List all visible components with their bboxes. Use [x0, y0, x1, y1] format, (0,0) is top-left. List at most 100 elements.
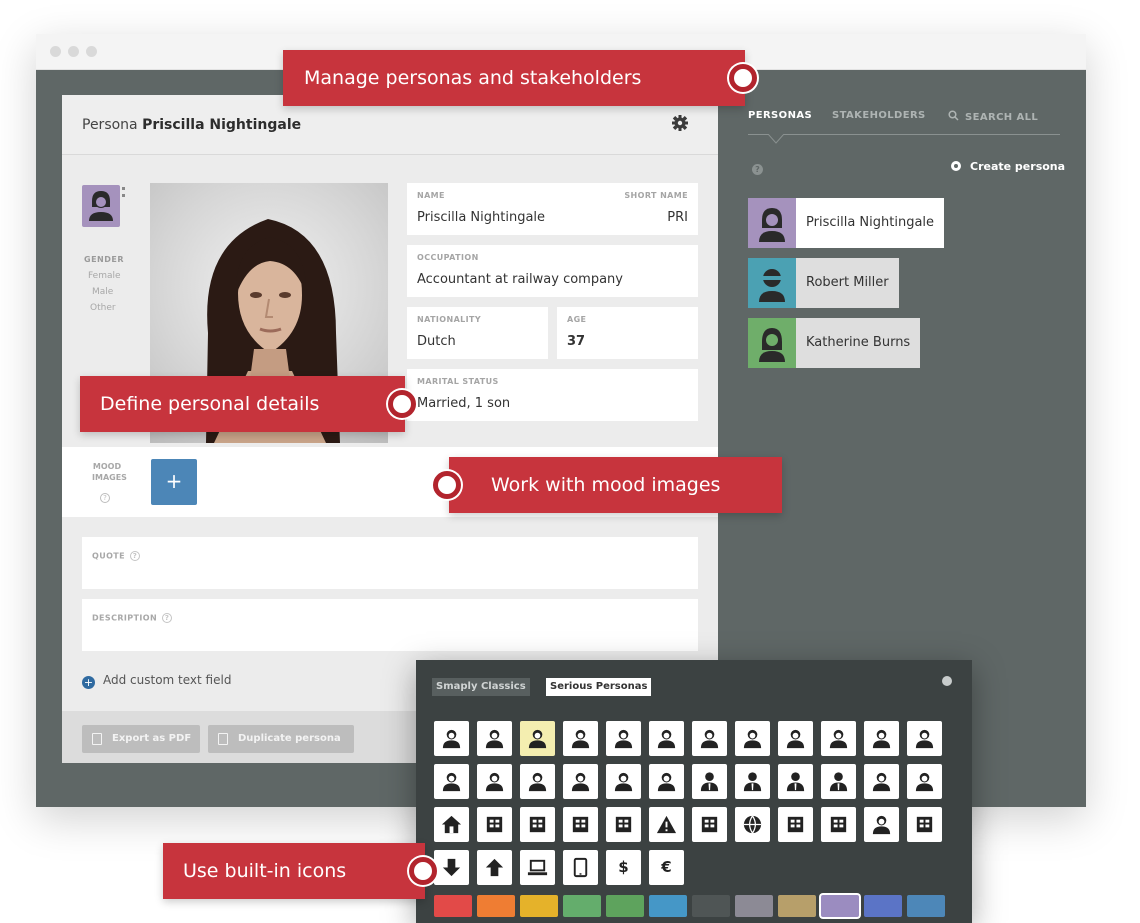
- icon-option[interactable]: [434, 807, 469, 842]
- window-maximize-dot[interactable]: [86, 46, 97, 57]
- icon-option[interactable]: [520, 807, 555, 842]
- icon-option[interactable]: [864, 721, 899, 756]
- color-swatch[interactable]: [520, 895, 558, 917]
- laptop-icon: [527, 859, 548, 876]
- callout-icons-text: Use built-in icons: [183, 860, 347, 882]
- person-icon: [571, 772, 590, 792]
- export-pdf-button[interactable]: Export as PDF: [82, 725, 200, 753]
- tab-search-all[interactable]: SEARCH ALL: [948, 110, 1038, 123]
- icon-option[interactable]: [649, 807, 684, 842]
- mood-label-line2: IMAGES: [92, 473, 127, 482]
- color-swatch[interactable]: [477, 895, 515, 917]
- icon-option[interactable]: [735, 764, 770, 799]
- icon-option[interactable]: [778, 764, 813, 799]
- help-icon[interactable]: ?: [162, 613, 173, 623]
- icon-option[interactable]: [735, 807, 770, 842]
- icon-option[interactable]: [477, 807, 512, 842]
- persona-icon-chip[interactable]: [82, 185, 125, 227]
- icon-option[interactable]: [563, 807, 598, 842]
- icon-option[interactable]: [778, 807, 813, 842]
- gender-option-female[interactable]: Female: [88, 271, 121, 281]
- tab-stakeholders[interactable]: STAKEHOLDERS: [832, 110, 926, 121]
- icon-option[interactable]: [606, 721, 641, 756]
- window-minimize-dot[interactable]: [68, 46, 79, 57]
- icon-option[interactable]: [606, 807, 641, 842]
- nationality-field[interactable]: NATIONALITY Dutch: [407, 307, 548, 359]
- description-field[interactable]: DESCRIPTION?: [82, 599, 698, 651]
- color-swatch[interactable]: [821, 895, 859, 917]
- page-title: Persona Priscilla Nightingale: [82, 117, 301, 133]
- icon-option[interactable]: [520, 764, 555, 799]
- tab-serious-personas[interactable]: Serious Personas: [546, 678, 652, 696]
- window-close-dot[interactable]: [50, 46, 61, 57]
- occupation-field[interactable]: OCCUPATION Accountant at railway company: [407, 245, 698, 297]
- icon-option[interactable]: [434, 721, 469, 756]
- icon-option[interactable]: [563, 721, 598, 756]
- person-icon: [528, 772, 547, 792]
- marital-status-field[interactable]: MARITAL STATUS Married, 1 son: [407, 369, 698, 421]
- color-swatch[interactable]: [649, 895, 687, 917]
- person-glasses-icon: [614, 729, 633, 749]
- icon-option[interactable]: [520, 850, 555, 885]
- icon-option[interactable]: [821, 721, 856, 756]
- help-icon[interactable]: ?: [752, 164, 763, 175]
- icon-option[interactable]: [907, 807, 942, 842]
- gender-option-male[interactable]: Male: [92, 287, 113, 297]
- color-swatch[interactable]: [692, 895, 730, 917]
- icon-option[interactable]: [692, 807, 727, 842]
- create-persona-button[interactable]: Create persona: [951, 160, 1065, 173]
- color-swatch[interactable]: [778, 895, 816, 917]
- close-icon[interactable]: [942, 676, 952, 686]
- icon-option[interactable]: €: [649, 850, 684, 885]
- add-mood-image-button[interactable]: +: [151, 459, 197, 505]
- add-custom-text-field-label: Add custom text field: [103, 673, 232, 687]
- icon-option[interactable]: [477, 850, 512, 885]
- icon-option[interactable]: [477, 721, 512, 756]
- icon-option[interactable]: [864, 764, 899, 799]
- person-icon: [442, 772, 461, 792]
- name-field[interactable]: NAME Priscilla Nightingale SHORT NAME PR…: [407, 183, 698, 235]
- tab-smaply-classics[interactable]: Smaply Classics: [432, 678, 530, 696]
- person-suit-icon: [829, 772, 848, 792]
- gear-icon[interactable]: [670, 113, 690, 133]
- icon-option[interactable]: [606, 764, 641, 799]
- icon-option[interactable]: [563, 850, 598, 885]
- quote-field[interactable]: QUOTE?: [82, 537, 698, 589]
- color-swatch[interactable]: [606, 895, 644, 917]
- icon-option[interactable]: [434, 850, 469, 885]
- icon-option[interactable]: [692, 721, 727, 756]
- tab-personas[interactable]: PERSONAS: [748, 110, 812, 121]
- icon-option[interactable]: [563, 764, 598, 799]
- age-field[interactable]: AGE 37: [557, 307, 698, 359]
- help-icon[interactable]: ?: [130, 551, 141, 561]
- icon-option[interactable]: [735, 721, 770, 756]
- icon-option[interactable]: [907, 721, 942, 756]
- icon-option[interactable]: [907, 764, 942, 799]
- icon-option[interactable]: [649, 764, 684, 799]
- age-label: AGE: [567, 315, 587, 324]
- icon-option[interactable]: [821, 764, 856, 799]
- help-icon[interactable]: ?: [100, 493, 110, 503]
- icon-option[interactable]: [520, 721, 555, 756]
- person-icon: [759, 269, 785, 302]
- globe-icon: [743, 815, 762, 835]
- icon-option[interactable]: $: [606, 850, 641, 885]
- gender-option-other[interactable]: Other: [90, 303, 116, 313]
- icon-option[interactable]: [477, 764, 512, 799]
- icon-option[interactable]: [692, 764, 727, 799]
- color-swatch[interactable]: [735, 895, 773, 917]
- color-swatch[interactable]: [864, 895, 902, 917]
- duplicate-persona-button[interactable]: Duplicate persona: [208, 725, 354, 753]
- icon-option[interactable]: [434, 764, 469, 799]
- color-swatch[interactable]: [563, 895, 601, 917]
- icon-option[interactable]: [821, 807, 856, 842]
- icon-option[interactable]: [778, 721, 813, 756]
- add-custom-text-field-link[interactable]: + Add custom text field: [82, 673, 231, 689]
- callout-marker: [433, 471, 461, 499]
- icon-option[interactable]: [864, 807, 899, 842]
- chip-menu-dots[interactable]: [122, 187, 125, 197]
- person-icon: [759, 328, 785, 362]
- icon-option[interactable]: [649, 721, 684, 756]
- color-swatch[interactable]: [434, 895, 472, 917]
- color-swatch[interactable]: [907, 895, 945, 917]
